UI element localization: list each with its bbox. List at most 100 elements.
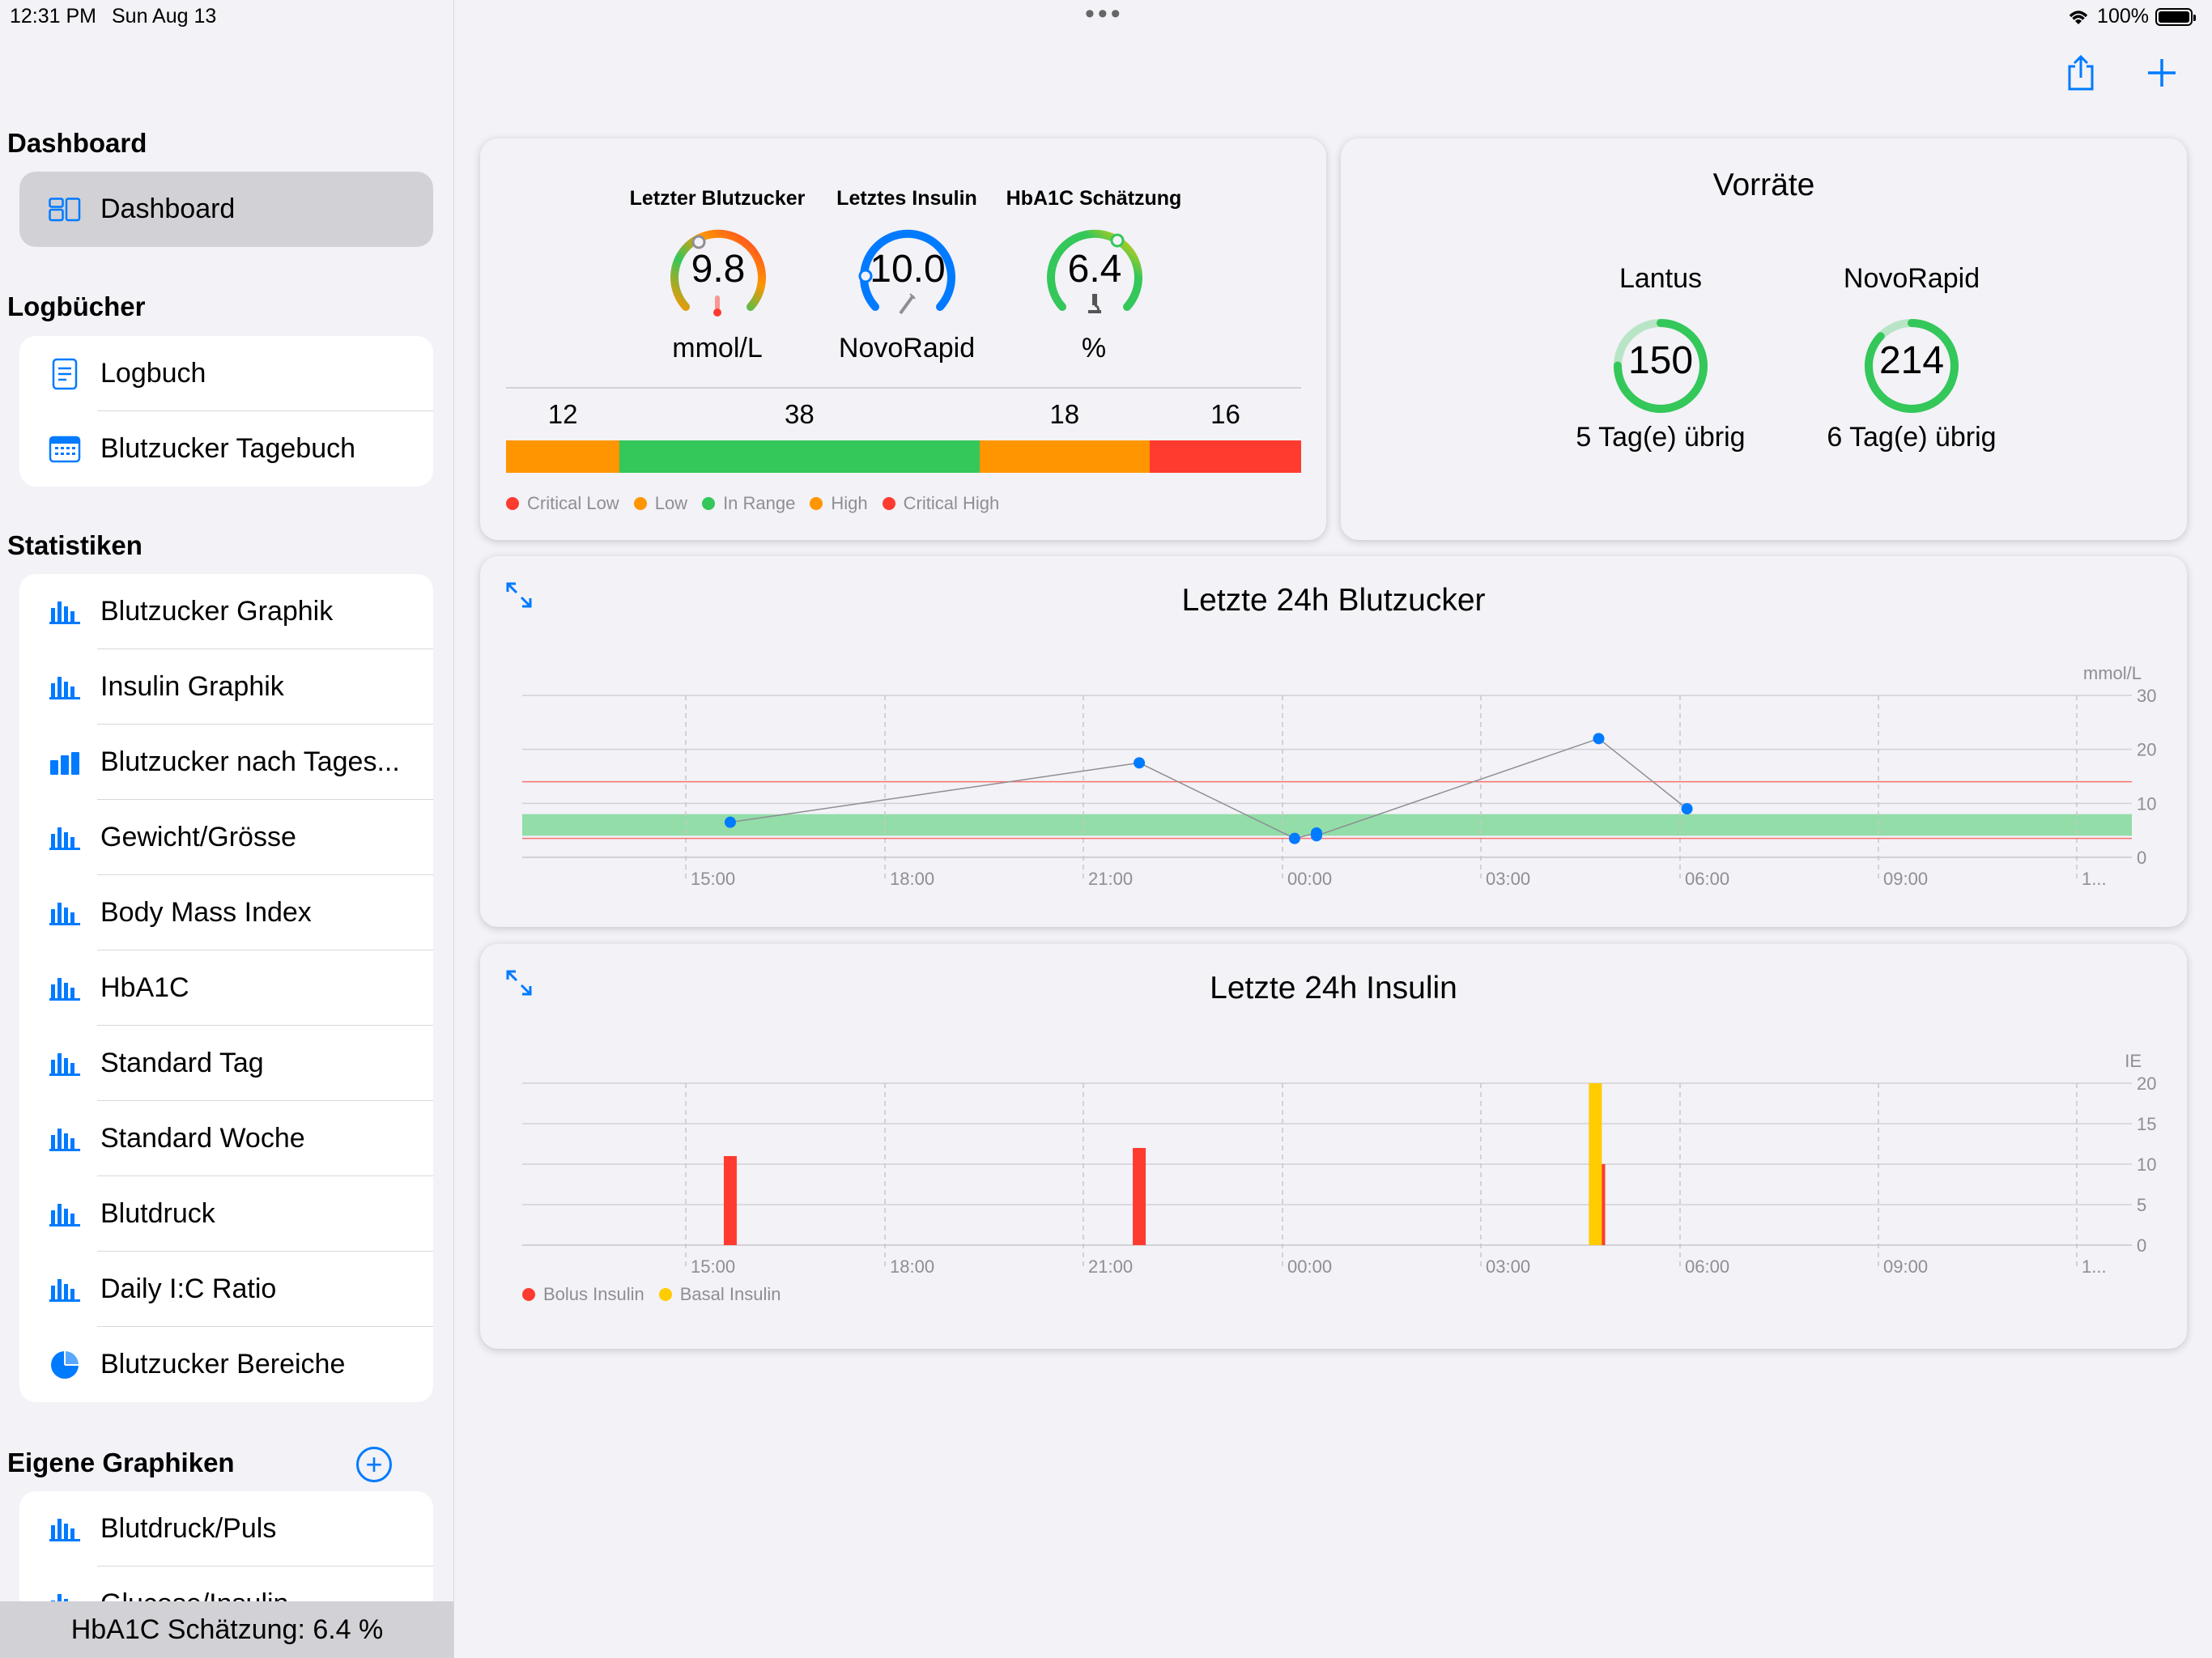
battery-icon <box>2155 7 2196 26</box>
sidebar-item-label: Blutdruck/Puls <box>100 1513 277 1544</box>
supplies-card: Vorräte Lantus 150 5 Tag(e) übrig NovoRa… <box>1341 138 2187 540</box>
insulin-chart-card: Letzte 24h Insulin 0 5 10 15 20 IE 15:00 18:00 2… <box>480 944 2187 1349</box>
wifi-icon <box>2069 10 2088 24</box>
chart-bar-icon <box>49 1048 81 1080</box>
gauge-unit: NovoRapid <box>838 333 976 363</box>
sidebar-item-dashboard[interactable]: Dashboard <box>19 172 433 247</box>
x-tick-label: 09:00 <box>1883 1256 1928 1277</box>
glucose-point[interactable] <box>1288 832 1300 844</box>
sidebar-item-blutzucker-nach-tages[interactable]: Blutzucker nach Tages... <box>19 725 433 800</box>
glucose-point[interactable] <box>1681 803 1693 814</box>
section-statistics: Statistiken <box>7 530 143 560</box>
sidebar-item-blutzucker-graphik[interactable]: Blutzucker Graphik <box>19 574 433 649</box>
sidebar-item-hba1c[interactable]: HbA1C <box>19 950 433 1026</box>
legend-item: Critical High <box>882 493 1000 514</box>
divider <box>506 387 1301 389</box>
document-icon <box>49 358 81 390</box>
x-tick-label: 21:00 <box>1088 869 1133 889</box>
supply-value: 150 <box>1627 339 1694 382</box>
sidebar-item-label: Daily I:C Ratio <box>100 1273 277 1304</box>
chart-bar-icon <box>49 1513 81 1545</box>
sidebar-item-gewicht-grösse[interactable]: Gewicht/Grösse <box>19 800 433 875</box>
multitasking-dots[interactable]: ••• <box>1085 0 1124 30</box>
supply-name: Lantus <box>1619 263 1703 294</box>
plus-icon <box>2148 59 2176 87</box>
sidebar-item-blutdruck-puls[interactable]: Blutdruck/Puls <box>19 1491 433 1567</box>
chart-bar-icon <box>49 972 81 1005</box>
y-axis-label: mmol/L <box>2083 663 2142 683</box>
gauge-unit: % <box>1081 333 1107 363</box>
legend-dot <box>522 1288 535 1301</box>
sidebar-item-standard-tag[interactable]: Standard Tag <box>19 1026 433 1101</box>
chart-bar-icon <box>49 1198 81 1231</box>
y-tick-label: 10 <box>2137 793 2156 814</box>
share-button[interactable] <box>2057 49 2105 97</box>
chart-bar-icon <box>49 596 81 628</box>
pie-chart-icon <box>49 1349 81 1381</box>
x-tick-label: 00:00 <box>1287 1256 1332 1277</box>
chart-bar-icon <box>49 671 81 704</box>
x-tick-label: 00:00 <box>1287 869 1332 889</box>
legend-item: Low <box>633 493 687 514</box>
glucose-chart[interactable]: 0 10 20 30 mmol/L 15:00 18:00 21:00 00:00 03:00 06… <box>480 556 2187 927</box>
legend-label: In Range <box>723 493 796 513</box>
y-tick-label: 10 <box>2137 1154 2156 1175</box>
sidebar-item-blutzucker-tagebuch[interactable]: Blutzucker Tagebuch <box>19 411 433 487</box>
range-bar[interactable] <box>506 440 1301 473</box>
logbooks-group: Logbuch Blutzucker Tagebuch <box>19 336 433 487</box>
legend-dot <box>702 497 716 510</box>
sidebar-item-standard-woche[interactable]: Standard Woche <box>19 1101 433 1176</box>
sidebar-item-insulin-graphik[interactable]: Insulin Graphik <box>19 649 433 725</box>
sidebar-item-blutdruck[interactable]: Blutdruck <box>19 1176 433 1252</box>
glucose-point[interactable] <box>1311 830 1322 842</box>
legend-label: Critical Low <box>527 493 619 513</box>
chart-bar-icon <box>49 897 81 929</box>
add-custom-chart-button[interactable]: + <box>356 1447 392 1482</box>
add-button[interactable] <box>2138 49 2186 97</box>
chart-bar-icon <box>49 822 81 854</box>
bar-chart-icon <box>49 746 81 779</box>
x-tick-label: 06:00 <box>1685 1256 1729 1277</box>
range-legend: Critical Low Low In Range High Critical High <box>506 493 1014 514</box>
bolus-insulin-bar[interactable] <box>723 1156 737 1245</box>
range-segment <box>619 440 980 473</box>
glucose-point[interactable] <box>1593 733 1605 745</box>
sidebar-item-label: Dashboard <box>100 193 236 224</box>
y-tick-label: 30 <box>2137 686 2156 706</box>
glucose-point[interactable] <box>724 816 736 828</box>
sidebar-item-label: Blutzucker Bereiche <box>100 1349 346 1380</box>
sidebar: Dashboard Dashboard Logbücher Logbuch Bl… <box>0 0 454 1658</box>
sidebar-item-label: Standard Tag <box>100 1048 264 1078</box>
statistics-group: Blutzucker Graphik Insulin Graphik Blutzuc… <box>19 574 433 1402</box>
y-tick-label: 0 <box>2137 1235 2146 1256</box>
sidebar-item-label: HbA1C <box>100 972 189 1003</box>
basal-insulin-bar[interactable] <box>1589 1083 1602 1245</box>
range-count: 18 <box>1049 399 1080 429</box>
legend-label: Bolus Insulin <box>543 1284 644 1304</box>
x-tick-label: 06:00 <box>1685 869 1729 889</box>
sidebar-item-label: Body Mass Index <box>100 897 312 928</box>
dashboard-icon <box>49 193 81 226</box>
sidebar-item-daily-i-c-ratio[interactable]: Daily I:C Ratio <box>19 1252 433 1327</box>
status-date: Sun Aug 13 <box>112 5 217 28</box>
battery-percent: 100% <box>2097 5 2149 28</box>
legend-label: Critical High <box>903 493 1000 513</box>
x-tick-label: 09:00 <box>1883 869 1928 889</box>
y-axis-label: IE <box>2125 1051 2142 1071</box>
sidebar-item-blutzucker-bereiche[interactable]: Blutzucker Bereiche <box>19 1327 433 1402</box>
sidebar-item-label: Blutzucker Tagebuch <box>100 433 356 464</box>
x-tick-label: 21:00 <box>1088 1256 1133 1277</box>
section-custom-charts: Eigene Graphiken <box>7 1448 235 1477</box>
x-tick-label: 15:00 <box>691 869 735 889</box>
bolus-insulin-bar[interactable] <box>1133 1148 1146 1245</box>
chart-bar-icon <box>49 1273 81 1306</box>
sidebar-item-label: Blutzucker nach Tages... <box>100 746 400 777</box>
sidebar-item-body-mass-index[interactable]: Body Mass Index <box>19 875 433 950</box>
dashboard-group: Dashboard <box>19 172 433 247</box>
sidebar-item-logbuch[interactable]: Logbuch <box>19 336 433 411</box>
range-segment <box>1149 440 1301 473</box>
glucose-point[interactable] <box>1134 757 1146 769</box>
syringe-icon <box>899 293 916 315</box>
hba1c-status-text: HbA1C Schätzung: 6.4 % <box>70 1613 384 1645</box>
x-tick-label: 03:00 <box>1486 1256 1530 1277</box>
